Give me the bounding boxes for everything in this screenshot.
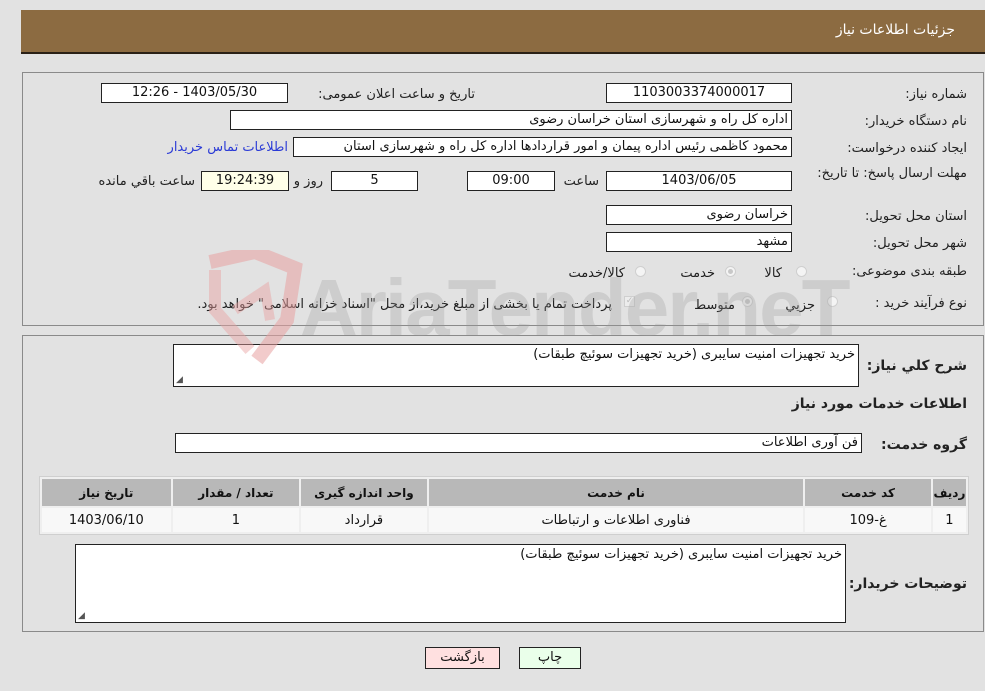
deadline-date-field: 1403/06/05 (606, 171, 792, 191)
delivery-city-label: شهر محل تحویل: (872, 236, 967, 251)
print-button[interactable]: چاپ (519, 647, 581, 669)
delivery-province-label: استان محل تحویل: (865, 209, 967, 224)
services-table: ردیف کد خدمت نام خدمت واحد اندازه گیری ت… (39, 476, 969, 535)
deadline-time-label: ساعت (563, 174, 599, 189)
summary-textarea[interactable]: خرید تجهیزات امنیت سایبری (خرید تجهیزات … (173, 344, 859, 387)
table-header-row: ردیف کد خدمت نام خدمت واحد اندازه گیری ت… (42, 479, 966, 506)
category-label: طبقه بندی موضوعی: (851, 264, 967, 279)
time-remaining-label: ساعت باقي مانده (98, 174, 195, 189)
buyer-org-label: نام دستگاه خریدار: (864, 114, 967, 129)
category-radio-service[interactable] (725, 266, 736, 277)
category-option-goods: کالا (764, 266, 782, 281)
process-type-label: نوع فرآیند خرید : (875, 296, 967, 311)
resize-grip-icon[interactable]: ◢ (176, 375, 183, 385)
buyer-notes-text: خرید تجهیزات امنیت سایبری (خرید تجهیزات … (520, 547, 842, 562)
treasury-payment-checkbox[interactable]: ✓ (624, 296, 635, 307)
back-button[interactable]: بازگشت (425, 647, 500, 669)
category-option-service: خدمت (680, 266, 715, 281)
col-header-need-date: تاریخ نیاز (42, 479, 171, 506)
treasury-payment-note: پرداخت تمام یا بخشی از مبلغ خرید،از محل … (197, 297, 612, 312)
buyer-notes-label: توضیحات خریدار: (848, 576, 967, 592)
buyer-notes-textarea[interactable]: خرید تجهیزات امنیت سایبری (خرید تجهیزات … (75, 544, 846, 623)
days-remaining-field: 5 (331, 171, 418, 191)
requester-label: ایجاد کننده درخواست: (847, 141, 967, 156)
service-group-label: گروه خدمت: (881, 437, 967, 453)
buyer-org-field: اداره کل راه و شهرسازی استان خراسان رضوی (230, 110, 792, 130)
buyer-contact-link[interactable]: اطلاعات تماس خریدار (168, 140, 288, 155)
page-title: جزئیات اطلاعات نیاز (835, 22, 955, 38)
delivery-city-field: مشهد (606, 232, 792, 252)
announce-datetime-field: 1403/05/30 - 12:26 (101, 83, 288, 103)
need-number-field: 1103003374000017 (606, 83, 792, 103)
process-option-minor: جزیي (785, 298, 815, 313)
process-radio-medium[interactable] (742, 296, 753, 307)
cell-need-date: 1403/06/10 (42, 508, 171, 532)
days-label: روز و (293, 174, 323, 189)
cell-row-number: 1 (932, 508, 966, 532)
category-option-goods-service: کالا/خدمت (568, 266, 625, 281)
resize-grip-icon[interactable]: ◢ (78, 611, 85, 621)
cell-service-name: فناوری اطلاعات و ارتباطات (428, 508, 804, 532)
process-radio-minor[interactable] (827, 296, 838, 307)
col-header-unit: واحد اندازه گیری (301, 479, 427, 506)
category-radio-goods-service[interactable] (635, 266, 646, 277)
category-radio-goods[interactable] (796, 266, 807, 277)
cell-quantity: 1 (172, 508, 300, 532)
time-remaining-field: 19:24:39 (201, 171, 289, 191)
col-header-quantity: تعداد / مقدار (172, 479, 300, 506)
announce-datetime-label: تاریخ و ساعت اعلان عمومی: (318, 87, 475, 102)
cell-unit: قرارداد (301, 508, 427, 532)
deadline-label: مهلت ارسال پاسخ: تا تاریخ: (817, 166, 967, 181)
delivery-province-field: خراسان رضوی (606, 205, 792, 225)
col-header-service-code: کد خدمت (805, 479, 931, 506)
requester-field: محمود کاظمی رئیس اداره پیمان و امور قرار… (293, 137, 792, 157)
table-row: 1 غ-109 فناوری اطلاعات و ارتباطات قراردا… (42, 508, 966, 532)
col-header-row-number: ردیف (932, 479, 966, 506)
cell-service-code: غ-109 (805, 508, 931, 532)
deadline-time-field: 09:00 (467, 171, 555, 191)
page-header: جزئیات اطلاعات نیاز (21, 10, 985, 54)
summary-label: شرح کلي نياز: (866, 358, 967, 374)
col-header-service-name: نام خدمت (428, 479, 804, 506)
process-option-medium: متوسط (694, 298, 735, 313)
services-section-title: اطلاعات خدمات مورد نياز (791, 396, 967, 412)
summary-text: خرید تجهیزات امنیت سایبری (خرید تجهیزات … (533, 347, 855, 362)
service-group-field: فن آوری اطلاعات (175, 433, 862, 453)
need-number-label: شماره نیاز: (905, 87, 967, 102)
